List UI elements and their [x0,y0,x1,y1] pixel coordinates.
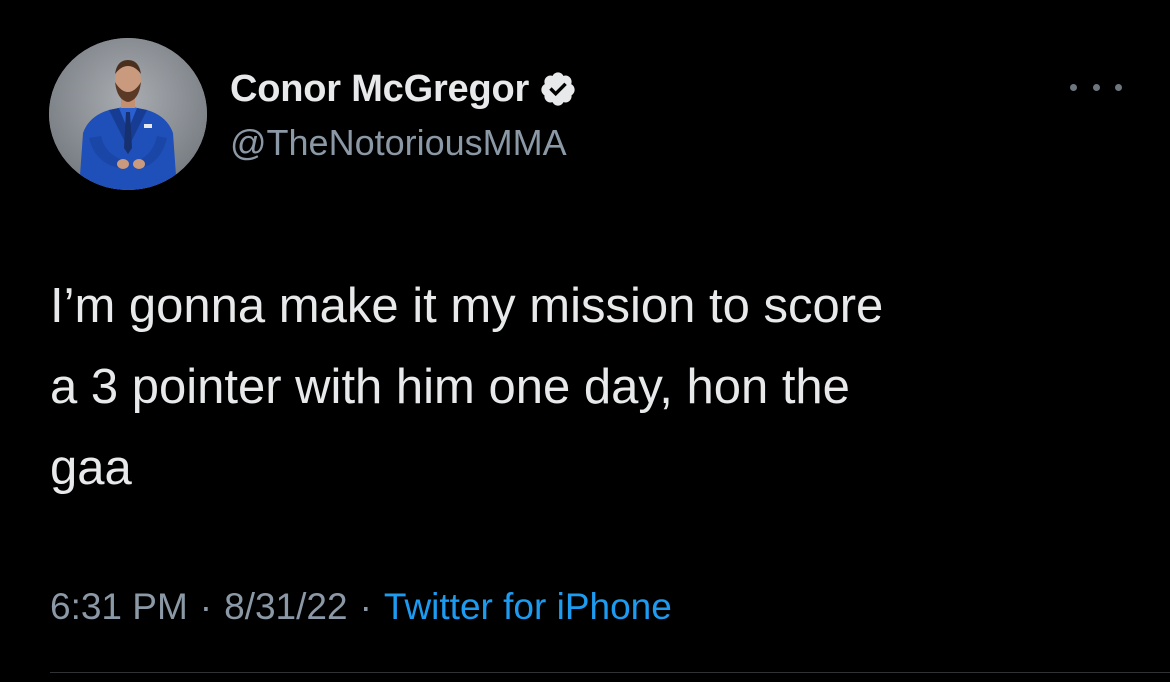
tweet-text-line: gaa [50,441,132,495]
more-dot [1092,83,1100,91]
tweet-card: Conor McGregor @TheNotoriousMMA I’m gonn… [0,0,1170,682]
more-dot [1115,83,1122,91]
author-name-row: Conor McGregor [230,67,577,111]
more-options-icon[interactable] [1070,72,1122,102]
meta-separator: · [359,586,372,627]
avatar-photo-icon [49,38,207,190]
tweet-text-line: a 3 pointer with him one day, hon the [50,360,850,414]
tweet-time[interactable]: 6:31 PM [50,586,188,628]
tweet-meta: 6:31 PM · 8/31/22 · Twitter for iPhone [50,586,672,628]
author-handle[interactable]: @TheNotoriousMMA [230,122,567,164]
tweet-text: I’m gonna make it my mission to score a … [50,266,1140,509]
divider [50,672,1170,673]
tweet-date[interactable]: 8/31/22 [224,586,347,628]
meta-separator: · [199,586,213,627]
author-display-name[interactable]: Conor McGregor [230,68,529,111]
verified-badge-icon [541,72,575,106]
avatar[interactable] [49,38,207,190]
more-dot [1070,83,1077,91]
tweet-source-link[interactable]: Twitter for iPhone [384,586,672,628]
tweet-text-line: I’m gonna make it my mission to score [50,279,884,333]
